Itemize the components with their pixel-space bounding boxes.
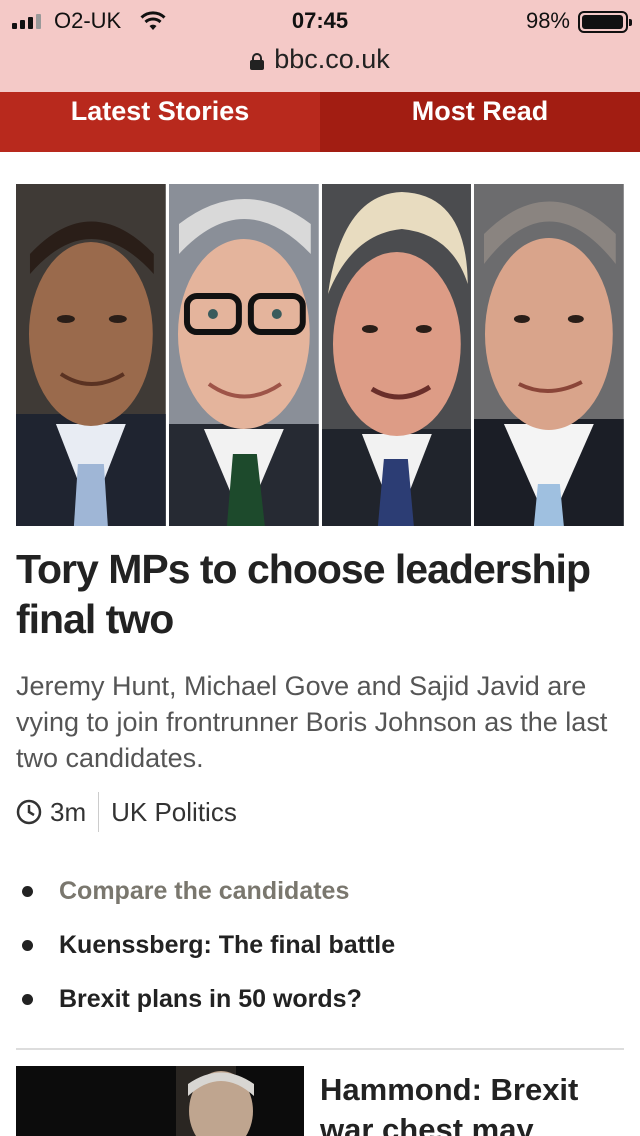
story-time-ago: 3m — [50, 796, 87, 827]
related-link-label: Compare the candidates — [59, 876, 350, 905]
tab-most-read[interactable]: Most Read — [320, 92, 640, 152]
related-link-brexit-plans[interactable]: Brexit plans in 50 words? — [16, 972, 624, 1026]
meta-divider — [98, 792, 100, 832]
story-headline[interactable]: Tory MPs to choose leadership final two — [16, 544, 624, 644]
portrait-image — [474, 184, 624, 526]
tab-bar: Latest Stories Most Read — [0, 92, 640, 152]
next-story-headline[interactable]: Hammond: Brexit war chest may — [320, 1070, 620, 1136]
battery-icon — [578, 11, 632, 33]
clock-icon — [16, 799, 42, 825]
portrait-image — [321, 184, 472, 526]
lock-icon — [250, 53, 265, 70]
related-link-kuenssberg[interactable]: Kuenssberg: The final battle — [16, 918, 624, 972]
related-links-list: Compare the candidates Kuenssberg: The f… — [16, 864, 624, 1026]
story-section-link[interactable]: UK Politics — [111, 797, 237, 828]
story-hero-image[interactable] — [16, 184, 624, 526]
related-link-label: Kuenssberg: The final battle — [59, 930, 396, 959]
related-link-label: Brexit plans in 50 words? — [59, 984, 362, 1013]
portrait-image — [168, 184, 319, 526]
bullet-icon — [22, 993, 33, 1005]
address-bar[interactable]: bbc.co.uk — [0, 44, 640, 78]
bullet-icon — [22, 939, 33, 951]
url-text: bbc.co.uk — [274, 44, 390, 74]
bullet-icon — [22, 885, 33, 897]
story-summary: Jeremy Hunt, Michael Gove and Sajid Javi… — [16, 671, 608, 773]
story-thumbnail[interactable] — [16, 1066, 304, 1136]
related-link-compare-candidates[interactable]: Compare the candidates — [16, 864, 624, 918]
portrait-image — [16, 184, 166, 526]
tab-latest-stories[interactable]: Latest Stories — [0, 92, 320, 152]
status-bar: O2-UK 07:45 98% bbc.co.uk — [0, 0, 640, 92]
story-meta: 3m UK Politics — [16, 792, 237, 832]
divider — [16, 1048, 624, 1050]
battery-percent: 98% — [525, 8, 570, 33]
